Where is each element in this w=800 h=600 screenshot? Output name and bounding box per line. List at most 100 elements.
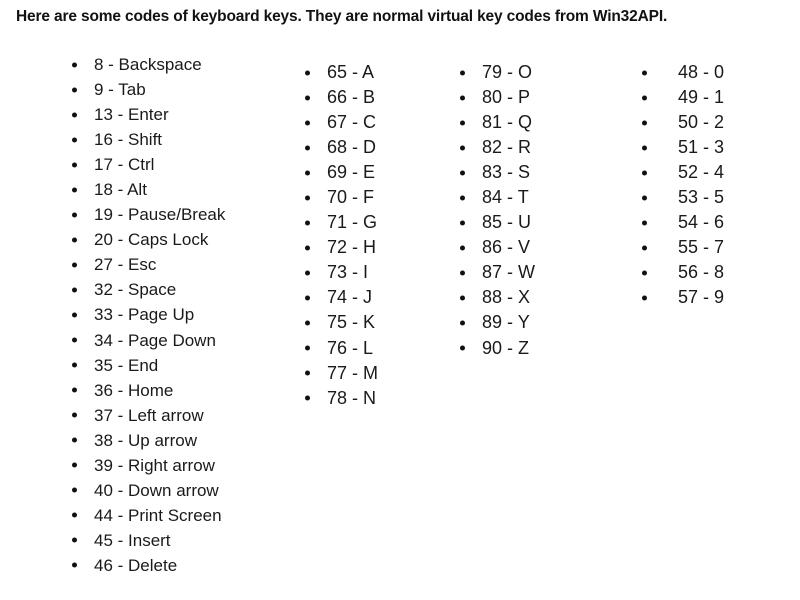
list-item: 81 - Q: [460, 110, 535, 135]
bullet-icon: [642, 220, 647, 226]
bullet-icon: [460, 145, 465, 151]
bullet-icon: [642, 170, 647, 176]
bullet-icon: [460, 195, 465, 201]
list-item: 76 - L: [305, 336, 378, 361]
bullet-icon: [305, 395, 310, 401]
bullet-icon: [305, 220, 310, 226]
bullet-icon: [642, 270, 647, 276]
list-item: 9 - Tab: [72, 77, 225, 102]
list-item: 50 - 2: [642, 110, 724, 135]
bullet-icon: [642, 95, 647, 101]
bullet-icon: [72, 312, 77, 318]
bullet-icon: [460, 220, 465, 226]
keycode-entry-label: 17 - Ctrl: [94, 155, 155, 175]
keycode-entry-label: 50 - 2: [678, 112, 725, 133]
keycode-entry-label: 74 - J: [327, 287, 373, 308]
keycode-entry-label: 40 - Down arrow: [94, 480, 219, 500]
list-item: 74 - J: [305, 285, 378, 310]
keycode-entry-label: 33 - Page Up: [94, 305, 195, 325]
keycode-entry-label: 84 - T: [482, 187, 529, 208]
list-item: 72 - H: [305, 235, 378, 260]
bullet-icon: [72, 62, 77, 68]
list-item: 56 - 8: [642, 260, 724, 285]
list-item: 86 - V: [460, 235, 535, 260]
keycode-entry-label: 39 - Right arrow: [94, 455, 215, 475]
keycode-entry-label: 90 - Z: [482, 337, 530, 358]
keycode-entry-label: 35 - End: [94, 355, 159, 375]
list-item: 82 - R: [460, 135, 535, 160]
list-item: 18 - Alt: [72, 177, 225, 202]
list-item: 52 - 4: [642, 160, 724, 185]
keycode-entry-label: 70 - F: [327, 187, 375, 208]
list-item: 77 - M: [305, 361, 378, 386]
keycode-entry-label: 36 - Home: [94, 380, 174, 400]
bullet-icon: [72, 212, 77, 218]
keycode-entry-label: 53 - 5: [678, 187, 725, 208]
bullet-icon: [72, 337, 77, 343]
list-item: 8 - Backspace: [72, 52, 225, 77]
keycode-entry-label: 69 - E: [327, 162, 376, 183]
keycode-entry-label: 82 - R: [482, 137, 532, 158]
bullet-icon: [460, 295, 465, 301]
bullet-icon: [72, 137, 77, 143]
keycode-entry-label: 46 - Delete: [94, 555, 178, 575]
list-item: 48 - 0: [642, 60, 724, 85]
bullet-icon: [72, 237, 77, 243]
keycode-entry-label: 37 - Left arrow: [94, 405, 204, 425]
keycode-entry-label: 79 - O: [482, 62, 533, 82]
list-item: 17 - Ctrl: [72, 152, 225, 177]
bullet-icon: [305, 320, 310, 326]
list-item: 79 - O: [460, 60, 535, 85]
list-item: 38 - Up arrow: [72, 428, 225, 453]
list-item: 40 - Down arrow: [72, 478, 225, 503]
list-item: 87 - W: [460, 260, 535, 285]
list-item: 83 - S: [460, 160, 535, 185]
keycode-entry-label: 67 - C: [327, 112, 377, 133]
keycode-entry-label: 83 - S: [482, 162, 531, 183]
list-item: 53 - 5: [642, 185, 724, 210]
bullet-icon: [72, 287, 77, 293]
keycode-entry-label: 49 - 1: [678, 87, 725, 108]
list-item: 71 - G: [305, 210, 378, 235]
keycode-list-control-keys: 8 - Backspace 9 - Tab 13 - Enter 16 - Shift…: [72, 52, 225, 578]
bullet-icon: [460, 120, 465, 126]
list-item: 90 - Z: [460, 336, 535, 361]
bullet-icon: [72, 537, 77, 543]
list-item: 66 - B: [305, 85, 378, 110]
list-item: 69 - E: [305, 160, 378, 185]
keycode-entry-label: 73 - I: [327, 262, 369, 283]
bullet-icon: [305, 295, 310, 301]
list-item: 27 - Esc: [72, 252, 225, 277]
bullet-icon: [72, 362, 77, 368]
keycode-entry-label: 55 - 7: [678, 237, 725, 258]
list-item: 36 - Home: [72, 378, 225, 403]
list-item: 67 - C: [305, 110, 378, 135]
list-item: 20 - Caps Lock: [72, 227, 225, 252]
bullet-icon: [72, 387, 77, 393]
keycode-entry-label: 48 - 0: [678, 62, 725, 82]
keycode-entry-label: 77 - M: [327, 362, 379, 383]
keycode-entry-label: 27 - Esc: [94, 255, 157, 275]
bullet-icon: [460, 70, 465, 76]
bullet-icon: [72, 562, 77, 568]
bullet-icon: [72, 262, 77, 268]
keycode-entry-label: 66 - B: [327, 87, 376, 108]
bullet-icon: [72, 512, 77, 518]
bullet-icon: [460, 170, 465, 176]
keycode-entry-label: 85 - U: [482, 212, 532, 233]
keycode-entry-label: 51 - 3: [678, 137, 725, 158]
list-item: 88 - X: [460, 285, 535, 310]
list-item: 16 - Shift: [72, 127, 225, 152]
list-item: 73 - I: [305, 260, 378, 285]
keycode-entry-label: 56 - 8: [678, 262, 725, 283]
bullet-icon: [642, 295, 647, 301]
keycode-list-digits: 48 - 0 49 - 1 50 - 2 51 - 3 52 - 4 53 - 5 54 -…: [642, 60, 724, 310]
keycode-entry-label: 81 - Q: [482, 112, 533, 133]
keycode-entry-label: 75 - K: [327, 312, 376, 333]
list-item: 37 - Left arrow: [72, 403, 225, 428]
keycode-entry-label: 71 - G: [327, 212, 378, 233]
keycode-entry-label: 16 - Shift: [94, 130, 163, 150]
bullet-icon: [305, 245, 310, 251]
bullet-icon: [642, 70, 647, 76]
keycode-entry-label: 52 - 4: [678, 162, 725, 183]
